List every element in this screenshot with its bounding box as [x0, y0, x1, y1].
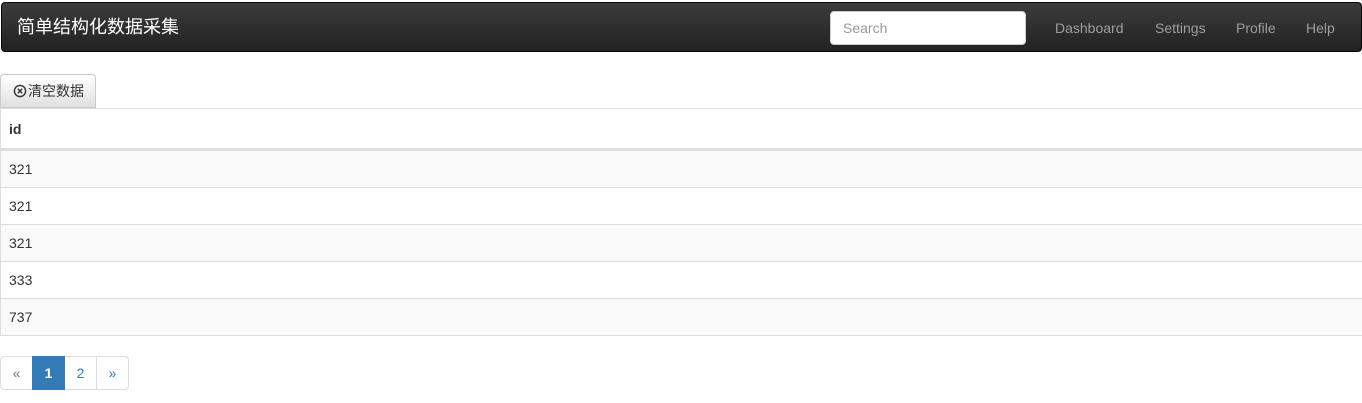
pagination: « 1 2 » [0, 356, 129, 390]
top-navbar: 简单结构化数据采集 Dashboard Settings Profile Hel… [1, 2, 1362, 52]
table-row: 333 [0, 261, 1362, 298]
search-input[interactable] [830, 11, 1026, 45]
nav-link-dashboard[interactable]: Dashboard [1055, 18, 1124, 38]
data-table: id 321 321 321 333 737 [0, 108, 1362, 336]
table-row: 321 [0, 187, 1362, 224]
table-row: 321 [0, 224, 1362, 261]
page-next-button[interactable]: » [96, 356, 129, 390]
page-1-button[interactable]: 1 [32, 356, 65, 390]
table-row: 321 [0, 150, 1362, 187]
nav-link-profile[interactable]: Profile [1236, 18, 1276, 38]
page-2-button[interactable]: 2 [64, 356, 97, 390]
nav-link-settings[interactable]: Settings [1155, 18, 1206, 38]
column-header-id: id [0, 109, 1362, 150]
clear-data-label: 清空数据 [28, 84, 84, 100]
page-prev-button[interactable]: « [0, 356, 33, 390]
app-brand[interactable]: 简单结构化数据采集 [17, 17, 179, 39]
clear-data-button[interactable]: 清空数据 [0, 74, 96, 108]
nav-link-help[interactable]: Help [1306, 18, 1335, 38]
circle-x-icon [13, 84, 27, 98]
table-row: 737 [0, 298, 1362, 335]
